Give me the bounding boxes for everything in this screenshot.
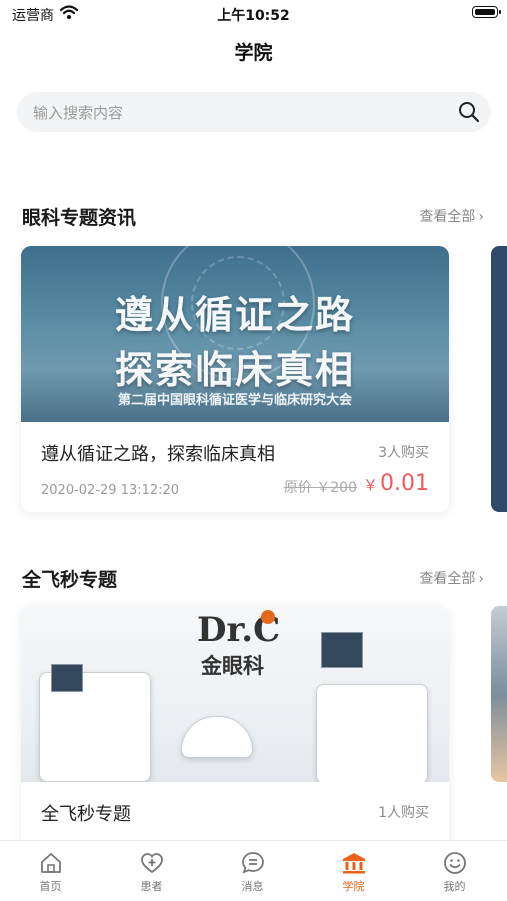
clock: 上午10:52: [217, 8, 290, 24]
course-name: 全飞秒专题: [41, 804, 131, 825]
tab-academy[interactable]: 学院: [303, 841, 404, 901]
tab-patients[interactable]: 患者: [101, 841, 202, 901]
tab-label: 消息: [241, 880, 264, 893]
page-title: 学院: [234, 42, 273, 64]
search-icon[interactable]: [458, 101, 480, 123]
tab-profile[interactable]: 我的: [404, 841, 505, 901]
tab-home[interactable]: 首页: [0, 841, 101, 901]
section-title: 眼科专题资讯: [22, 207, 137, 229]
laser-machine: [181, 716, 253, 758]
status-bar: 运营商 上午10:52: [0, 0, 507, 28]
brand-logo-subtitle: 金眼科: [201, 654, 264, 678]
academy-icon: [342, 853, 365, 874]
course-card[interactable]: 遵从循证之路 探索临床真相 第二届中国眼科循证医学与临床研究大会 遵从循证之路，…: [21, 246, 449, 512]
brand-logo-mark: [261, 610, 275, 624]
course-date: 2020-02-29 13:12:20: [41, 483, 180, 498]
battery-icon: [472, 6, 501, 18]
buyer-count: 3人购买: [378, 445, 429, 461]
tab-label: 学院: [342, 880, 365, 893]
buyer-count: 1人购买: [378, 805, 429, 821]
smile-icon: [443, 852, 466, 874]
home-icon: [40, 853, 61, 873]
machine-screen: [51, 664, 83, 692]
cover-subtitle: 第二届中国眼科循证医学与临床研究大会: [117, 393, 352, 408]
tab-label: 首页: [39, 880, 62, 893]
original-price: 原价 ￥200: [283, 480, 357, 496]
chevron-right-icon: ›: [478, 571, 484, 587]
course-name: 遵从循证之路，探索临床真相: [41, 444, 275, 465]
card-body: 遵从循证之路，探索临床真相 3人购买 2020-02-29 13:12:20 原…: [21, 422, 449, 512]
next-card-peek[interactable]: [491, 246, 507, 512]
search-bar[interactable]: 输入搜索内容: [17, 92, 491, 132]
currency-symbol: ￥: [363, 476, 379, 494]
next-card-peek[interactable]: [491, 606, 507, 782]
search-input[interactable]: 输入搜索内容: [33, 102, 123, 123]
chevron-right-icon: ›: [478, 209, 484, 225]
section-header-femto: 全飞秒专题 查看全部 ›: [22, 565, 484, 591]
machine-screen: [321, 632, 363, 668]
section-header-news: 眼科专题资讯 查看全部 ›: [22, 203, 484, 229]
heart-plus-icon: [140, 853, 163, 874]
current-price: ￥0.01: [363, 471, 429, 496]
view-all-link[interactable]: 查看全部 ›: [419, 568, 484, 588]
section-title: 全飞秒专题: [22, 569, 118, 591]
tab-label: 我的: [443, 880, 466, 893]
cover-title-line2: 探索临床真相: [114, 348, 355, 392]
price-value: 0.01: [380, 471, 429, 496]
cover-title-line1: 遵从循证之路: [114, 293, 355, 337]
course-card[interactable]: Dr.C 金眼科 全飞秒专题 1人购买: [21, 606, 449, 856]
laser-machine: [316, 684, 428, 782]
course-cover: Dr.C 金眼科: [21, 606, 449, 782]
view-all-label: 查看全部: [419, 209, 476, 225]
course-cover: 遵从循证之路 探索临床真相 第二届中国眼科循证医学与临床研究大会: [21, 246, 449, 422]
view-all-link[interactable]: 查看全部 ›: [419, 206, 484, 226]
tab-label: 患者: [140, 880, 163, 893]
chat-icon: [241, 852, 264, 874]
tab-messages[interactable]: 消息: [202, 841, 303, 901]
view-all-label: 查看全部: [419, 571, 476, 587]
tab-bar: 首页 患者 消息 学院 我的: [0, 840, 507, 901]
